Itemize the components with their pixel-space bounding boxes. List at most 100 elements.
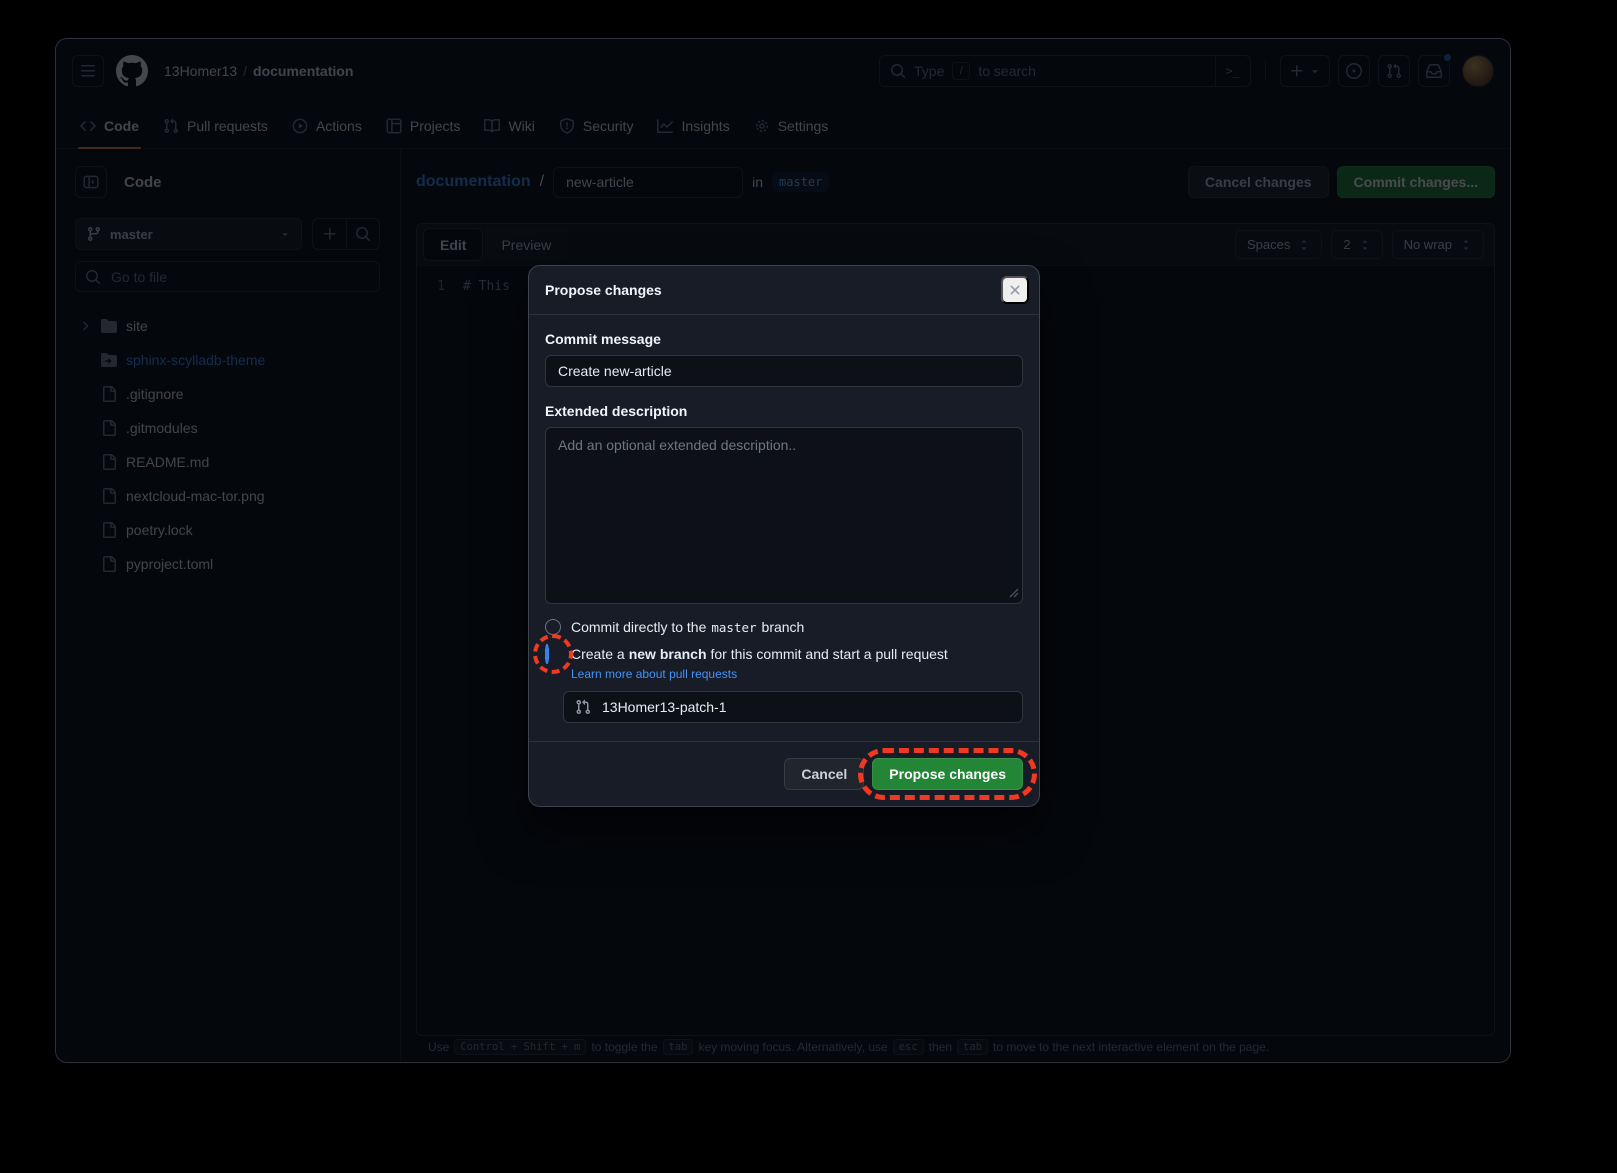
repo-link[interactable]: documentation: [416, 173, 531, 191]
issue-opened-icon: [1346, 63, 1362, 79]
kbd-chip: esc: [893, 1039, 924, 1055]
extended-description-textarea[interactable]: [545, 427, 1023, 604]
branch-row: master: [75, 218, 380, 250]
dialog-header: Propose changes: [529, 266, 1039, 315]
create-new-button[interactable]: [1280, 55, 1330, 87]
search-placeholder-post: to search: [978, 63, 1036, 79]
file-actions: Cancel changes Commit changes...: [1188, 166, 1495, 198]
file-icon: [101, 454, 117, 470]
radio-commit-direct[interactable]: Commit directly to themasterbranch: [545, 619, 1023, 635]
branch-selector[interactable]: master: [75, 218, 302, 250]
tree-item-file[interactable]: README.md: [75, 445, 380, 479]
add-file-button[interactable]: [313, 219, 346, 249]
command-palette-icon[interactable]: >_: [1215, 56, 1250, 86]
radio-anchor: [545, 646, 561, 662]
cancel-changes-button[interactable]: Cancel changes: [1188, 166, 1329, 198]
book-icon: [484, 118, 500, 134]
tab-edit[interactable]: Edit: [423, 228, 483, 261]
plus-icon: [1289, 63, 1305, 79]
propose-changes-button[interactable]: Propose changes: [872, 758, 1023, 790]
filename-input[interactable]: [553, 167, 743, 198]
user-avatar[interactable]: [1462, 55, 1494, 87]
radio-unselected-icon[interactable]: [545, 619, 561, 635]
breadcrumb-separator: /: [243, 63, 247, 79]
resize-grip-icon[interactable]: [1009, 588, 1019, 598]
play-icon: [292, 118, 308, 134]
file-icon: [101, 556, 117, 572]
go-to-file-input[interactable]: [109, 268, 370, 286]
header-divider: [1265, 61, 1266, 81]
dialog-title: Propose changes: [545, 282, 662, 298]
search-input[interactable]: Type / to search >_: [879, 55, 1251, 87]
search-icon: [85, 269, 101, 285]
cancel-button[interactable]: Cancel: [784, 758, 864, 790]
tree-item-file[interactable]: nextcloud-mac-tor.png: [75, 479, 380, 513]
sidebar-panel-icon: [83, 174, 99, 190]
dialog-body: Commit message Extended description Comm…: [529, 315, 1039, 741]
issues-button[interactable]: [1338, 55, 1370, 87]
branch-name-inline: master: [711, 620, 756, 635]
new-branch-name-input[interactable]: [600, 698, 1011, 716]
learn-more-link[interactable]: Learn more about pull requests: [571, 667, 737, 681]
github-logo[interactable]: [116, 55, 148, 87]
search-icon: [355, 226, 371, 242]
tree-item-file[interactable]: .gitignore: [75, 377, 380, 411]
kbd-chip: tab: [957, 1039, 988, 1055]
graph-icon: [657, 118, 673, 134]
indent-mode-select[interactable]: Spaces: [1235, 230, 1322, 259]
inbox-wrap: [1418, 55, 1450, 87]
wrap-mode-select[interactable]: No wrap: [1392, 230, 1484, 259]
path-separator: /: [540, 173, 544, 191]
tree-item-file[interactable]: poetry.lock: [75, 513, 380, 547]
search-tree-button[interactable]: [346, 219, 379, 249]
tab-actions[interactable]: Actions: [284, 103, 370, 148]
editor-controls: Spaces 2 No wrap: [1235, 230, 1484, 259]
repo-nav: Code Pull requests Actions Projects Wiki: [56, 103, 1510, 149]
radio-create-branch[interactable]: Create anew branchfor this commit and st…: [545, 646, 1023, 662]
collapse-sidebar-button[interactable]: [75, 166, 107, 198]
indent-size-select[interactable]: 2: [1331, 230, 1382, 259]
tree-item-folder[interactable]: site: [75, 309, 380, 343]
breadcrumb-repo[interactable]: documentation: [253, 63, 353, 79]
tree-item-file[interactable]: pyproject.toml: [75, 547, 380, 581]
close-icon: [1007, 282, 1023, 298]
file-tree: site sphinx-scylladb-theme .gitignore: [75, 309, 380, 581]
plus-icon: [322, 226, 338, 242]
dialog-footer: Cancel Propose changes: [529, 741, 1039, 806]
commit-changes-button[interactable]: Commit changes...: [1337, 166, 1495, 198]
tab-wiki[interactable]: Wiki: [476, 103, 542, 148]
pull-requests-button[interactable]: [1378, 55, 1410, 87]
git-branch-icon: [86, 226, 102, 242]
tab-projects[interactable]: Projects: [378, 103, 469, 148]
tab-code[interactable]: Code: [72, 103, 147, 148]
git-pull-request-icon: [575, 699, 591, 715]
inbox-icon: [1426, 63, 1442, 79]
kbd-chip: tab: [663, 1039, 694, 1055]
accessibility-hint: Use Control + Shift + m to toggle the ta…: [428, 1039, 1269, 1055]
learn-more-row: Learn more about pull requests: [571, 665, 1023, 681]
tab-pull-requests[interactable]: Pull requests: [155, 103, 276, 148]
line-text: # This: [463, 277, 510, 297]
tree-item-submodule[interactable]: sphinx-scylladb-theme: [75, 343, 380, 377]
hamburger-menu-button[interactable]: [72, 55, 104, 87]
up-down-icon: [1359, 239, 1371, 251]
tab-security[interactable]: Security: [551, 103, 642, 148]
triangle-down-icon: [279, 228, 291, 240]
slash-key-chip: /: [952, 62, 970, 80]
commit-message-label: Commit message: [545, 331, 1023, 347]
radio-selected-icon[interactable]: [545, 644, 549, 664]
commit-message-input[interactable]: [545, 355, 1023, 387]
in-label: in: [752, 174, 763, 190]
chevron-right-icon[interactable]: [78, 319, 92, 333]
tab-insights[interactable]: Insights: [649, 103, 737, 148]
branch-name: master: [110, 227, 153, 242]
tree-item-file[interactable]: .gitmodules: [75, 411, 380, 445]
file-icon: [101, 522, 117, 538]
breadcrumb-owner[interactable]: 13Homer13: [164, 63, 237, 79]
tree-actions: [312, 218, 380, 250]
propose-changes-dialog: Propose changes Commit message Extended …: [528, 265, 1040, 807]
sidebar-header: Code: [75, 166, 380, 198]
tab-settings[interactable]: Settings: [746, 103, 837, 148]
close-dialog-button[interactable]: [1001, 276, 1029, 304]
tab-preview[interactable]: Preview: [485, 228, 567, 261]
